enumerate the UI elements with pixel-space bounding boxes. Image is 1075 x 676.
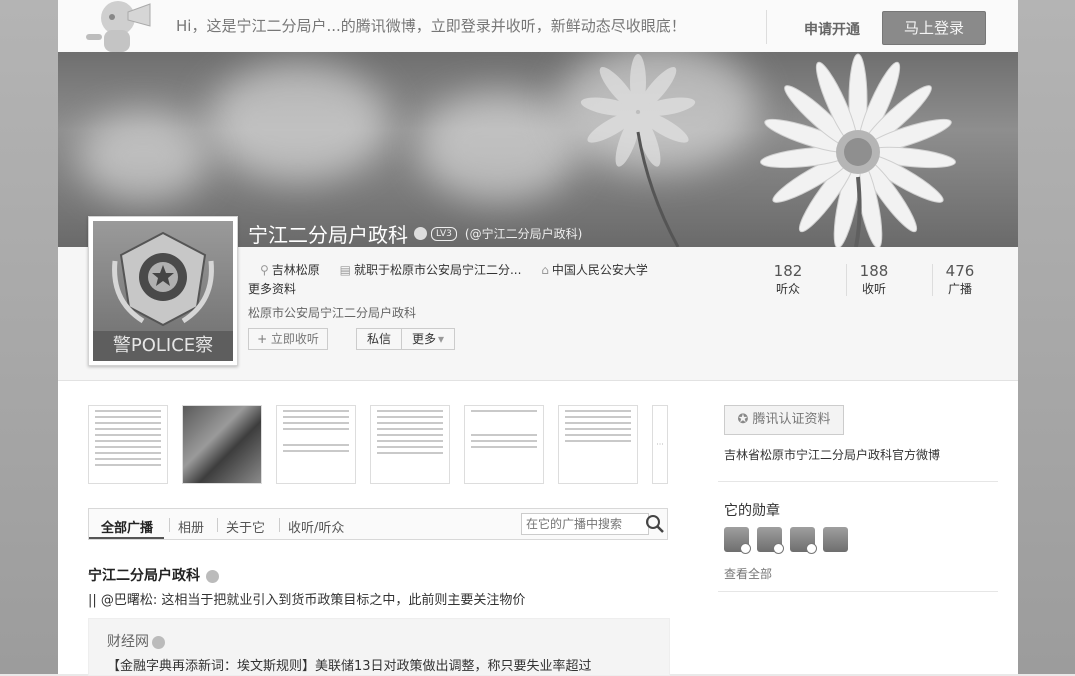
stat-label: 听众 xyxy=(775,282,800,296)
avatar[interactable]: 警POLICE察 xyxy=(88,216,238,366)
certification-button[interactable]: ✪ 腾讯认证资料 xyxy=(724,405,844,435)
sidebar-divider xyxy=(718,591,998,592)
verified-icon xyxy=(414,227,427,240)
view-all-medals-link[interactable]: 查看全部 xyxy=(724,565,772,582)
medal-icon[interactable] xyxy=(790,527,817,554)
stat-broadcasts[interactable]: 476 广播 xyxy=(920,262,1000,297)
photo-thumbnail[interactable] xyxy=(370,405,450,484)
quote-author-name: 财经网 xyxy=(107,634,149,650)
profile-name-row: 宁江二分局户政科 LV3 (@宁江二分局户政科) xyxy=(248,219,582,247)
location-icon: ⚲ xyxy=(260,263,269,277)
top-greeting: Hi，这是宁江二分局户...的腾讯微博，立即登录并收听，新鲜动态尽收眼底！ xyxy=(176,17,686,35)
flower-image xyxy=(760,53,956,247)
stat-number: 182 xyxy=(773,262,803,280)
tab-album[interactable]: 相册 xyxy=(178,517,204,536)
avatar-caption: 警POLICE察 xyxy=(93,331,233,361)
verified-icon xyxy=(206,569,219,583)
more-label: 更多 xyxy=(412,332,437,346)
photo-thumbnail[interactable] xyxy=(276,405,356,484)
top-bar: Hi，这是宁江二分局户...的腾讯微博，立即登录并收听，新鲜动态尽收眼底！ 申请… xyxy=(58,0,1018,53)
profile-name: 宁江二分局户政科 xyxy=(248,223,408,247)
active-tab-indicator xyxy=(89,537,164,539)
more-dropdown[interactable]: 更多 ▾ xyxy=(401,329,454,349)
job-icon: ▤ xyxy=(339,263,351,277)
search-icon[interactable] xyxy=(645,513,665,535)
page-background-left xyxy=(0,0,58,674)
tab-divider xyxy=(217,518,218,532)
tab-divider xyxy=(169,518,170,532)
police-emblem-icon xyxy=(112,231,214,327)
flower-image-small xyxy=(580,54,696,247)
login-button[interactable]: 马上登录 xyxy=(882,11,986,45)
stat-number: 476 xyxy=(945,262,975,280)
top-divider xyxy=(766,10,767,44)
tab-divider xyxy=(279,518,280,532)
banner-blur xyxy=(208,62,388,182)
more-thumbnails-button[interactable]: ··· xyxy=(652,405,668,484)
quote-author[interactable]: 财经网 xyxy=(107,631,165,651)
avatar-image: 警POLICE察 xyxy=(93,221,233,361)
profile-description: 松原市公安局宁江二分局户政科 xyxy=(248,306,417,320)
quote-text: 【金融字典再添新词：埃文斯规则】美联储13日对政策做出调整，称只要失业率超过 xyxy=(107,659,592,674)
stat-listeners[interactable]: 182 听众 xyxy=(748,262,828,297)
medal-icon[interactable] xyxy=(724,527,751,554)
tab-all-broadcasts[interactable]: 全部广播 xyxy=(101,517,153,536)
medal-icon[interactable] xyxy=(823,527,848,552)
chevron-down-icon: ▾ xyxy=(438,332,445,346)
sidebar-divider xyxy=(718,481,998,482)
banner-blur xyxy=(78,112,208,202)
page-container: Hi，这是宁江二分局户...的腾讯微博，立即登录并收听，新鲜动态尽收眼底！ 申请… xyxy=(58,0,1018,676)
feed-text: || @巴曙松: 这相当于把就业引入到货币政策目标之中，此前则主要关注物价 xyxy=(88,593,526,608)
school-text: 中国人民公安大学 xyxy=(551,263,648,277)
stat-number: 188 xyxy=(859,262,889,280)
tab-bar: 全部广播 相册 关于它 收听/听众 xyxy=(88,508,668,540)
profile-handle: (@宁江二分局户政科) xyxy=(464,227,583,241)
search-input[interactable] xyxy=(521,513,649,535)
stat-label: 收听 xyxy=(861,282,886,296)
photo-thumbnail[interactable] xyxy=(88,405,168,484)
mascot-icon xyxy=(86,1,151,52)
photo-thumbnail[interactable] xyxy=(182,405,262,484)
follow-button[interactable]: + 立即收听 xyxy=(248,328,328,350)
stat-following[interactable]: 188 收听 xyxy=(834,262,914,297)
feed-author[interactable]: 宁江二分局户政科 xyxy=(88,565,219,585)
photo-thumbnail[interactable] xyxy=(464,405,544,484)
page-background-right xyxy=(1018,0,1075,674)
medals-title: 它的勋章 xyxy=(724,503,780,519)
job-text: 就职于松原市公安局宁江二分... xyxy=(353,263,522,277)
verified-icon xyxy=(152,635,165,649)
tab-about[interactable]: 关于它 xyxy=(226,517,265,536)
level-badge: LV3 xyxy=(431,226,457,241)
tab-following-listeners[interactable]: 收听/听众 xyxy=(288,517,344,536)
photo-thumbnail[interactable] xyxy=(558,405,638,484)
medal-icon[interactable] xyxy=(757,527,784,554)
cert-label: 腾讯认证资料 xyxy=(752,412,831,427)
feed-author-name: 宁江二分局户政科 xyxy=(88,568,200,584)
school-icon: ⌂ xyxy=(541,263,549,277)
profile-info-row: ⚲ 吉林松原 ▤ 就职于松原市公安局宁江二分... ⌂ 中国人民公安大学 xyxy=(260,261,664,278)
location-text: 吉林松原 xyxy=(271,263,320,277)
action-group: 私信 更多 ▾ xyxy=(356,328,456,350)
quoted-post: 财经网 【金融字典再添新词：埃文斯规则】美联储13日对政策做出调整，称只要失业率… xyxy=(88,618,670,676)
certification-text: 吉林省松原市宁江二分局户政科官方微博 xyxy=(724,448,941,462)
apply-link[interactable]: 申请开通 xyxy=(804,19,860,39)
stats-panel: 182 听众 188 收听 476 广播 xyxy=(748,262,988,298)
shield-icon: ✪ xyxy=(737,412,753,427)
stat-label: 广播 xyxy=(947,282,972,296)
more-info-link[interactable]: 更多资料 xyxy=(248,280,296,297)
message-button[interactable]: 私信 xyxy=(357,329,401,349)
